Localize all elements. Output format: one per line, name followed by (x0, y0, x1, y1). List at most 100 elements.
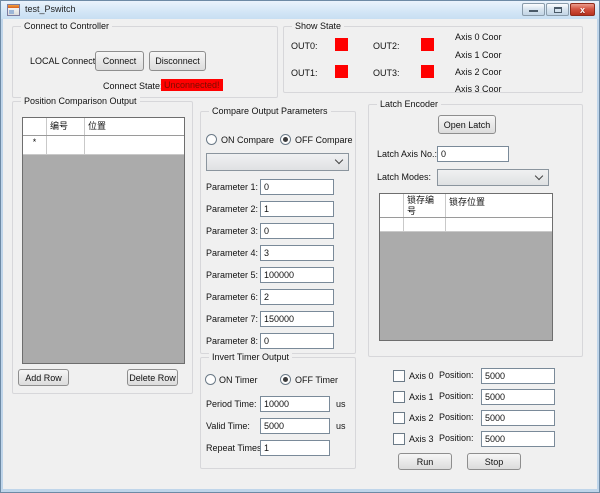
latch-grid-col-number: 锁存编号 (404, 194, 446, 217)
maximize-button[interactable] (546, 3, 569, 16)
axis3-checkbox[interactable] (393, 433, 405, 445)
stop-button[interactable]: Stop (467, 453, 521, 470)
axis1-checkbox-label[interactable]: Axis 1 (409, 392, 434, 402)
parameter1-input[interactable] (260, 179, 334, 195)
position-comparison-group-title: Position Comparison Output (21, 96, 140, 106)
latch-grid-cell[interactable] (404, 218, 446, 231)
connect-group-title: Connect to Controller (21, 21, 112, 31)
on-compare-label[interactable]: ON Compare (221, 135, 274, 145)
axis0-coor-label: Axis 0 Coor (455, 32, 502, 42)
parameter5-input[interactable] (260, 267, 334, 283)
on-compare-radio[interactable] (206, 134, 217, 145)
off-timer-label[interactable]: OFF Timer (295, 375, 338, 385)
latch-grid[interactable]: 锁存编号 锁存位置 (379, 193, 553, 341)
parameter2-label: Parameter 2: (206, 204, 258, 214)
titlebar[interactable]: test_Pswitch x (1, 1, 599, 19)
app-icon (7, 4, 20, 16)
parameter3-label: Parameter 3: (206, 226, 258, 236)
position-grid-col-number: 编号 (47, 118, 85, 135)
run-button[interactable]: Run (398, 453, 452, 470)
axis1-coor-label: Axis 1 Coor (455, 50, 502, 60)
axis1-position-input[interactable] (481, 389, 555, 405)
close-icon: x (571, 4, 594, 15)
latch-modes-label: Latch Modes: (377, 172, 431, 182)
chevron-down-icon (535, 171, 543, 179)
parameter1-label: Parameter 1: (206, 182, 258, 192)
compare-mode-combobox[interactable] (206, 153, 349, 171)
app-window: test_Pswitch x Connect to Controller LOC… (0, 0, 600, 493)
position-grid-cell[interactable] (47, 136, 85, 154)
connect-state-label: Connect State: (103, 81, 163, 91)
parameter7-input[interactable] (260, 311, 334, 327)
axis0-checkbox[interactable] (393, 370, 405, 382)
axis2-checkbox[interactable] (393, 412, 405, 424)
parameter6-input[interactable] (260, 289, 334, 305)
out3-indicator (421, 65, 434, 78)
form-client-area: Connect to Controller LOCAL Connect: Con… (3, 19, 597, 489)
axis3-position-label: Position: (439, 433, 474, 443)
position-grid-new-row[interactable]: * (23, 136, 184, 155)
axis3-position-input[interactable] (481, 431, 555, 447)
axis0-position-label: Position: (439, 370, 474, 380)
on-timer-label[interactable]: ON Timer (219, 375, 258, 385)
valid-time-label: Valid Time: (206, 421, 250, 431)
on-timer-radio[interactable] (205, 374, 216, 385)
local-connect-label: LOCAL Connect: (30, 56, 98, 66)
position-grid-cell[interactable] (85, 136, 184, 154)
axis0-position-input[interactable] (481, 368, 555, 384)
latch-axis-no-input[interactable] (437, 146, 509, 162)
out2-label: OUT2: (373, 41, 400, 51)
repeat-times-label: Repeat Times: (206, 443, 264, 453)
connect-button[interactable]: Connect (95, 51, 144, 71)
parameter8-input[interactable] (260, 333, 334, 349)
parameter3-input[interactable] (260, 223, 334, 239)
show-state-group-title: Show State (292, 21, 344, 31)
axis2-checkbox-label[interactable]: Axis 2 (409, 413, 434, 423)
new-row-marker: * (23, 136, 47, 154)
position-grid-col-position: 位置 (85, 118, 184, 135)
off-timer-radio[interactable] (280, 374, 291, 385)
valid-time-input[interactable] (260, 418, 330, 434)
window-controls: x (522, 3, 595, 16)
out1-indicator (335, 65, 348, 78)
show-state-group: Show State (283, 26, 583, 93)
axis1-checkbox[interactable] (393, 391, 405, 403)
axis3-checkbox-label[interactable]: Axis 3 (409, 434, 434, 444)
parameter6-label: Parameter 6: (206, 292, 258, 302)
delete-row-button[interactable]: Delete Row (127, 369, 178, 386)
latch-grid-cell[interactable] (446, 218, 552, 231)
axis1-position-label: Position: (439, 391, 474, 401)
out3-label: OUT3: (373, 68, 400, 78)
period-time-input[interactable] (260, 396, 330, 412)
latch-modes-combobox[interactable] (437, 169, 549, 186)
latch-grid-cell (380, 218, 404, 231)
axis2-coor-label: Axis 2 Coor (455, 67, 502, 77)
latch-encoder-group-title: Latch Encoder (377, 99, 441, 109)
close-button[interactable]: x (570, 3, 595, 16)
open-latch-button[interactable]: Open Latch (438, 115, 496, 134)
parameter2-input[interactable] (260, 201, 334, 217)
add-row-button[interactable]: Add Row (18, 369, 69, 386)
out2-indicator (421, 38, 434, 51)
off-compare-radio[interactable] (280, 134, 291, 145)
axis0-checkbox-label[interactable]: Axis 0 (409, 371, 434, 381)
out0-label: OUT0: (291, 41, 318, 51)
position-grid[interactable]: 编号 位置 * (22, 117, 185, 364)
position-grid-corner-cell (23, 118, 47, 135)
off-compare-label[interactable]: OFF Compare (295, 135, 353, 145)
latch-axis-no-label: Latch Axis No.: (377, 149, 437, 159)
axis2-position-input[interactable] (481, 410, 555, 426)
minimize-button[interactable] (522, 3, 545, 16)
parameter4-input[interactable] (260, 245, 334, 261)
position-grid-header: 编号 位置 (23, 118, 184, 136)
latch-grid-corner-cell (380, 194, 404, 217)
minimize-icon (529, 10, 538, 12)
latch-grid-row[interactable] (380, 218, 552, 232)
latch-grid-col-position: 锁存位置 (446, 194, 552, 217)
compare-parameters-group-title: Compare Output Parameters (209, 106, 331, 116)
repeat-times-input[interactable] (260, 440, 330, 456)
disconnect-button[interactable]: Disconnect (149, 51, 206, 71)
axis3-coor-label: Axis 3 Coor (455, 84, 502, 94)
axis2-position-label: Position: (439, 412, 474, 422)
window-title: test_Pswitch (25, 4, 76, 14)
